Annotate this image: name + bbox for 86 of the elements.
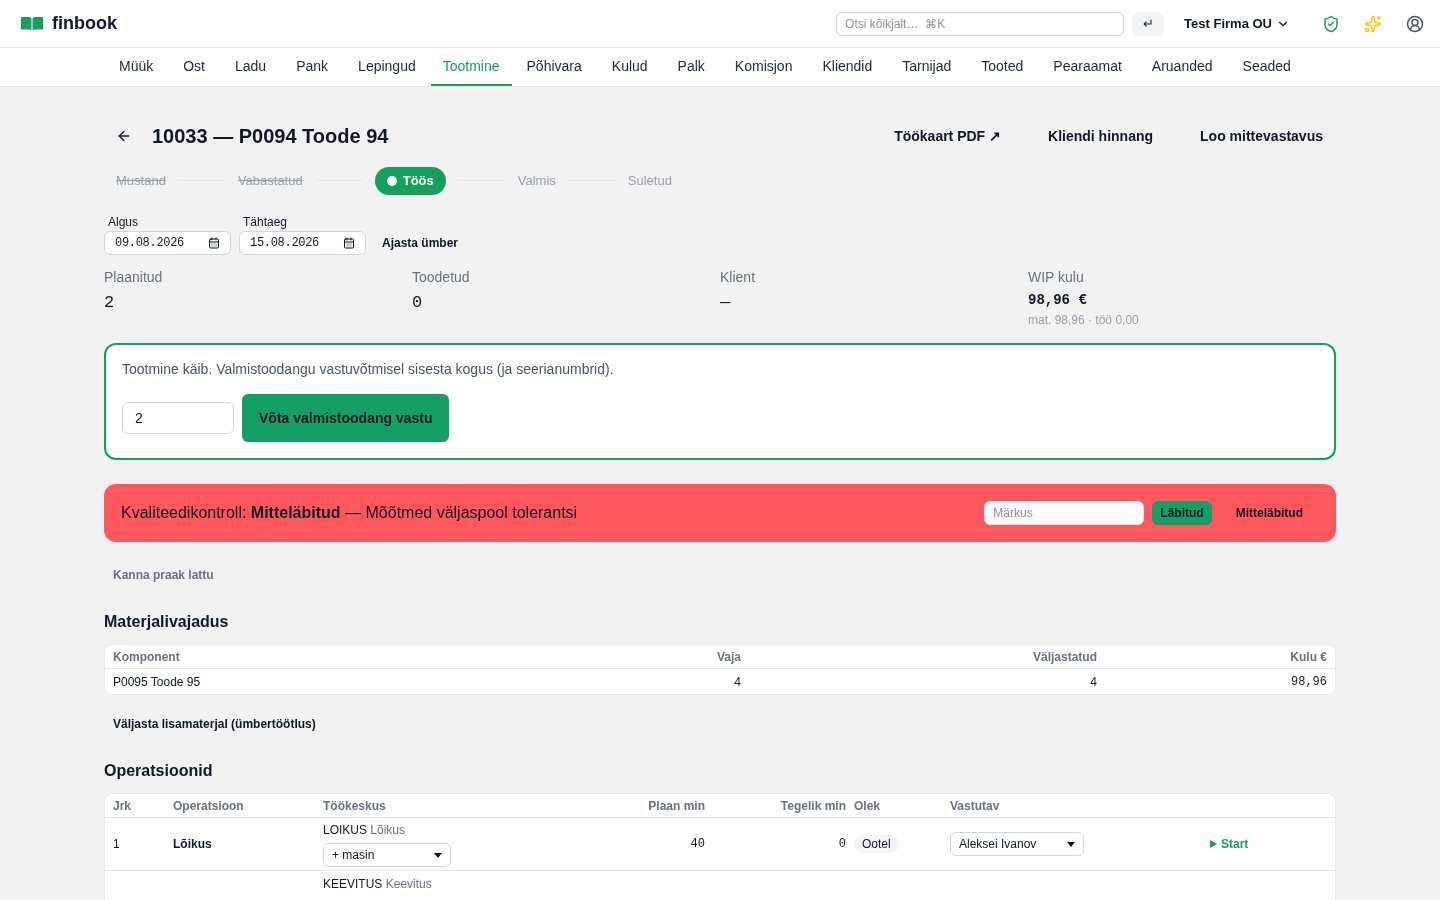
table-cell-text: 4 bbox=[1089, 673, 1097, 691]
caret-icon bbox=[1067, 841, 1075, 847]
date-label: Algus bbox=[108, 213, 140, 231]
date-field[interactable]: 09.08.2026 bbox=[104, 230, 231, 255]
column-header: Väljastatud bbox=[1031, 648, 1097, 666]
status-step: Vabastatud bbox=[237, 171, 303, 191]
status-step: Suletud bbox=[627, 171, 672, 191]
nav-tab[interactable]: Kliendid bbox=[807, 48, 888, 86]
stat-label: Plaanitud bbox=[104, 267, 164, 287]
user-icon[interactable] bbox=[1406, 14, 1424, 33]
table-cell-text: 1 bbox=[113, 836, 121, 853]
stat-label: Toodetud bbox=[412, 267, 471, 287]
play-icon bbox=[1210, 840, 1217, 848]
action-link[interactable]: Loo mittevastavus bbox=[1200, 125, 1323, 147]
quantity-field[interactable]: 2 bbox=[122, 402, 234, 434]
status-step: Mustand bbox=[116, 171, 166, 191]
stat-value: 98,96 € bbox=[1028, 291, 1088, 309]
page-title: 10033 — P0094 Toode 94 bbox=[152, 124, 389, 149]
scrap-button[interactable]: Kanna praak lattu bbox=[113, 566, 214, 584]
nav-tab[interactable]: Lepingud bbox=[343, 48, 431, 86]
nav-tab[interactable]: Ost bbox=[168, 48, 220, 86]
nav-tab[interactable]: Ladu bbox=[220, 48, 282, 86]
date-field[interactable]: 15.08.2026 bbox=[239, 230, 366, 255]
table-cell-text: Lõikus bbox=[173, 836, 213, 853]
status-step: Valmis bbox=[517, 171, 556, 191]
table-cell-text: 4 bbox=[733, 673, 741, 691]
column-header: Vaja bbox=[715, 648, 741, 666]
column-header: Tegelik min bbox=[779, 797, 846, 815]
status-badge: Ootel bbox=[854, 835, 899, 853]
logo-text[interactable]: finbook bbox=[52, 10, 117, 37]
column-header: Olek bbox=[853, 797, 881, 815]
table-cell-text: 40 bbox=[689, 836, 705, 853]
nav-tab[interactable]: Tooted bbox=[966, 48, 1039, 86]
stat-label: WIP kulu bbox=[1028, 267, 1085, 287]
stat-value: 0 bbox=[412, 291, 424, 313]
table-cell-text: 98,96 bbox=[1290, 673, 1327, 691]
nav-tab[interactable]: Aruanded bbox=[1136, 48, 1228, 86]
receive-message: Tootmine käib. Valmistoodangu vastuvõtmisel sisesta kogus (ja seerianumbrid). bbox=[122, 360, 615, 379]
column-header: Plaan min bbox=[647, 797, 705, 815]
caret-icon bbox=[434, 852, 442, 858]
nav-tab[interactable]: Müük bbox=[104, 48, 169, 86]
column-header: Komponent bbox=[113, 648, 181, 666]
company-selector[interactable]: Test Firma OU bbox=[1184, 13, 1290, 34]
stat-label: Klient bbox=[720, 267, 757, 287]
stat-value: — bbox=[720, 291, 732, 313]
calendar-icon bbox=[343, 236, 355, 249]
work-center: KEEVITUS Keevitus bbox=[323, 876, 433, 893]
nav-tab[interactable]: Pank bbox=[281, 48, 344, 86]
receive-button[interactable]: Võta valmistoodang vastu bbox=[242, 394, 450, 442]
table-cell-text: P0095 Toode 95 bbox=[113, 673, 202, 691]
nav-tab[interactable]: Tarnijad bbox=[887, 48, 967, 86]
section-title: Materjalivajadus bbox=[104, 612, 230, 632]
date-label: Tähtaeg bbox=[243, 213, 289, 231]
column-header: Töökeskus bbox=[323, 797, 387, 815]
nav-tab[interactable]: Komisjon bbox=[719, 48, 808, 86]
nav-tab[interactable]: Kulud bbox=[596, 48, 663, 86]
extra-material-button[interactable]: Väljasta lisamaterjal (ümbertöötlus) bbox=[113, 715, 316, 733]
nav-tab[interactable]: Põhivara bbox=[511, 48, 597, 86]
search-field[interactable]: Otsi kõikjalt… ⌘K bbox=[836, 11, 1125, 36]
calendar-icon bbox=[208, 236, 220, 249]
machine-select[interactable]: + masin bbox=[323, 843, 451, 867]
fail-button[interactable]: Mitteläbitud bbox=[1227, 501, 1311, 525]
column-header: Vastutav bbox=[950, 797, 1001, 815]
column-header: Operatsioon bbox=[173, 797, 245, 815]
column-header: Jrk bbox=[113, 797, 133, 815]
section-title: Operatsioonid bbox=[104, 761, 214, 781]
reschedule-button[interactable]: Ajasta ümber bbox=[382, 230, 459, 255]
table-cell-text: 0 bbox=[837, 836, 846, 853]
nav-tab[interactable]: Pearaamat bbox=[1038, 48, 1137, 86]
book-icon bbox=[20, 15, 44, 32]
stat-value: 2 bbox=[104, 291, 116, 313]
owner-select[interactable]: Aleksei Ivanov bbox=[950, 832, 1084, 856]
enter-button[interactable]: ↵ bbox=[1132, 11, 1165, 36]
note-field[interactable]: Märkus bbox=[984, 501, 1145, 525]
action-link[interactable]: Kliendi hinnang bbox=[1048, 125, 1154, 147]
action-link[interactable]: Töökaart PDF ↗ bbox=[894, 125, 1002, 147]
pass-button[interactable]: Läbitud bbox=[1152, 501, 1212, 525]
nav-tab[interactable]: Seaded bbox=[1227, 48, 1306, 86]
stat-note: mat. 98,96 · töö 0,00 bbox=[1028, 312, 1140, 329]
nav-tab[interactable]: Palk bbox=[662, 48, 720, 86]
column-header: Kulu € bbox=[1289, 648, 1327, 666]
status-step: Töös bbox=[374, 167, 446, 195]
back-arrow-icon[interactable] bbox=[116, 128, 132, 144]
work-center: LOIKUS Lõikus bbox=[323, 822, 407, 839]
quality-message: Kvaliteedikontroll: Mitteläbitud — Mõõtmed väljaspool tolerantsi bbox=[121, 503, 579, 523]
shield-icon[interactable] bbox=[1322, 14, 1340, 33]
